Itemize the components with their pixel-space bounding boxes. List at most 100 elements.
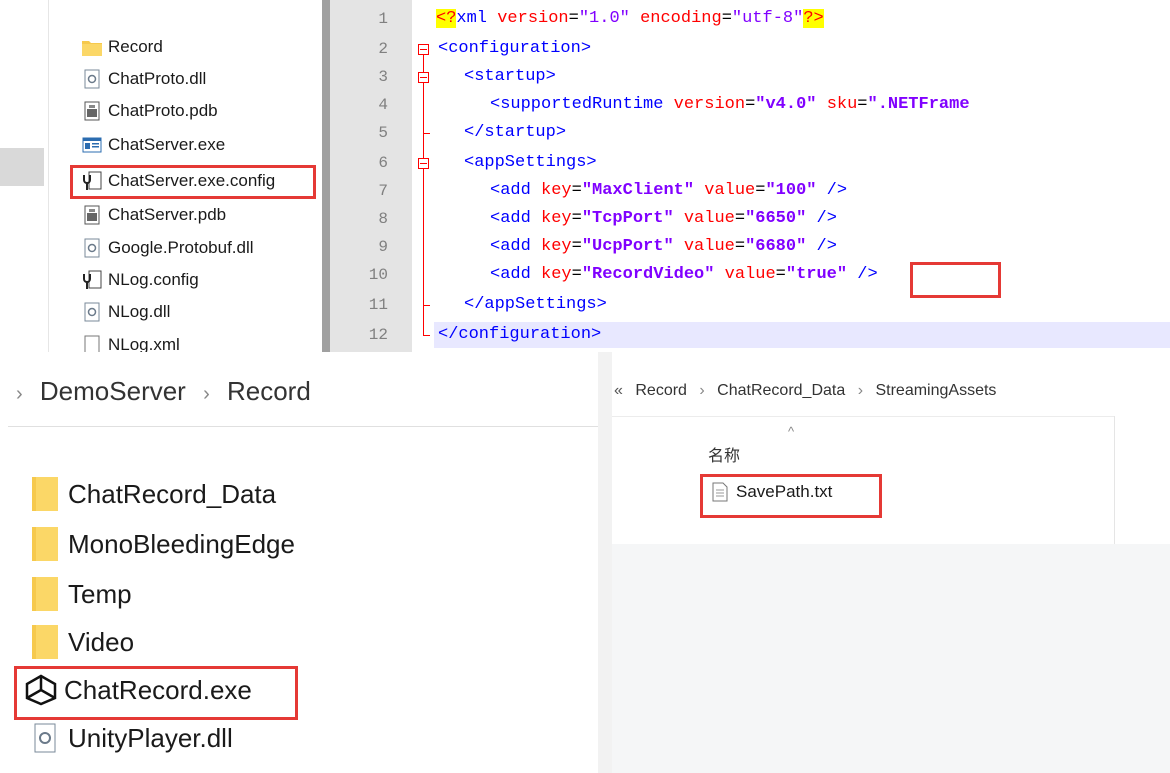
code-editor[interactable]: 1 2 3 4 5 6 7 8 9 10 11 12 <?xml version… [330,0,1170,352]
attr-name: value [683,209,735,228]
file-name: ChatProto.pdb [108,101,218,120]
fold-end [423,305,430,306]
file-name: ChatServer.exe [108,135,226,154]
file-name: NLog.xml [108,335,180,352]
xml-pi-name: xml [456,9,498,28]
file-item[interactable]: NLog.dll [82,297,170,327]
file-item[interactable]: NLog.config [82,265,199,295]
breadcrumb-chevron: › [16,383,23,405]
breadcrumb-chevron: › [699,382,705,399]
tag-close: /> [816,181,848,200]
breadcrumb-chevron: › [857,382,864,399]
file-item[interactable]: ChatProto.pdb [82,96,218,126]
breadcrumb-item[interactable]: StreamingAssets [875,382,996,399]
file-item[interactable]: MonoBleedingEdge [28,522,295,566]
line-number: 4 [378,96,388,114]
file-name: NLog.config [108,270,199,289]
file-item[interactable]: NLog.xml [82,330,180,352]
breadcrumb-overflow[interactable]: « [614,382,623,399]
right-explorer: « Record › ChatRecord_Data › StreamingAs… [612,352,1170,773]
attr-name: key [541,265,572,284]
breadcrumb-item[interactable]: Record [635,382,687,399]
equals: = [745,95,756,114]
breadcrumb-item[interactable]: DemoServer [40,376,186,406]
equals: = [571,265,582,284]
line-number: 8 [378,210,388,228]
file-list-scrollbar[interactable] [322,0,330,352]
tag: <add [490,209,542,228]
attr-name: key [541,237,572,256]
dll-file-icon [82,237,102,259]
breadcrumb-item[interactable]: ChatRecord_Data [717,382,845,399]
column-header-name[interactable]: 名称 [708,442,740,466]
tag-close: /> [806,237,837,256]
attr-value: "RecordVideo" [581,265,715,284]
highlight-box [14,666,298,720]
attr-name: version [673,95,746,114]
file-name: MonoBleedingEdge [68,528,295,559]
fold-toggle-icon[interactable] [418,72,429,83]
file-name: Record [108,37,163,56]
tag: <add [490,237,542,256]
equals: = [734,237,746,256]
dll-file-icon [82,68,102,90]
file-item[interactable]: Video [28,620,134,664]
code-line-9: <add key="UcpPort" value="6680" /> [490,234,837,260]
nav-pane-selection [0,148,44,186]
empty-area [612,544,1170,773]
file-item[interactable]: ChatProto.dll [82,64,206,94]
code-line-8: <add key="TcpPort" value="6650" /> [490,206,837,232]
attr-name: encoding [640,9,722,28]
attr-name: value [704,181,756,200]
file-item[interactable]: ChatServer.pdb [82,200,226,230]
file-name: NLog.dll [108,302,171,321]
attr-value: "6680" [745,237,807,256]
line-number: 12 [368,326,388,344]
left-explorer: › DemoServer › Record ChatRecord_Data Mo… [0,352,612,773]
equals: = [571,237,582,256]
code-line-12: </configuration> [438,325,602,344]
breadcrumb[interactable]: « Record › ChatRecord_Data › StreamingAs… [614,382,996,400]
code-line-4: <supportedRuntime version="v4.0" sku=".N… [490,92,970,118]
breadcrumb[interactable]: › DemoServer › Record [16,376,311,407]
attr-name: sku [826,95,858,114]
fold-end [423,133,430,134]
nav-divider [48,0,49,352]
folder-icon [28,474,62,514]
file-item[interactable]: Record [82,32,163,62]
folder-icon [82,36,102,58]
file-item[interactable]: Temp [28,572,132,616]
fold-line [423,55,424,335]
line-number: 11 [368,296,388,314]
equals: = [721,9,732,28]
equals: = [571,209,582,228]
file-item[interactable]: ChatServer.exe [82,130,225,160]
window-gap [598,352,612,773]
file-item[interactable]: ChatRecord_Data [28,472,276,516]
tag: <supportedRuntime [490,95,674,114]
equals: = [755,181,766,200]
tag: <add [490,265,542,284]
pdb-file-icon [82,100,102,122]
breadcrumb-item[interactable]: Record [227,376,311,406]
file-item[interactable]: UnityPlayer.dll [28,716,233,760]
fold-toggle-icon[interactable] [418,158,429,169]
file-name: ChatProto.dll [108,69,207,88]
dll-file-icon [28,718,62,758]
fold-toggle-icon[interactable] [418,44,429,55]
xml-file-icon [82,334,102,352]
attr-value: "true" [785,265,848,284]
attr-name: version [497,9,569,28]
code-line-1: <?xml version="1.0" encoding="utf-8"?> [436,6,824,32]
xml-pi-open: <? [436,9,457,28]
file-name: Google.Protobuf.dll [108,238,254,257]
highlight-box [700,474,882,518]
equals: = [568,9,579,28]
line-number: 7 [378,182,388,200]
folder-icon [28,622,62,662]
file-item[interactable]: Google.Protobuf.dll [82,233,254,263]
